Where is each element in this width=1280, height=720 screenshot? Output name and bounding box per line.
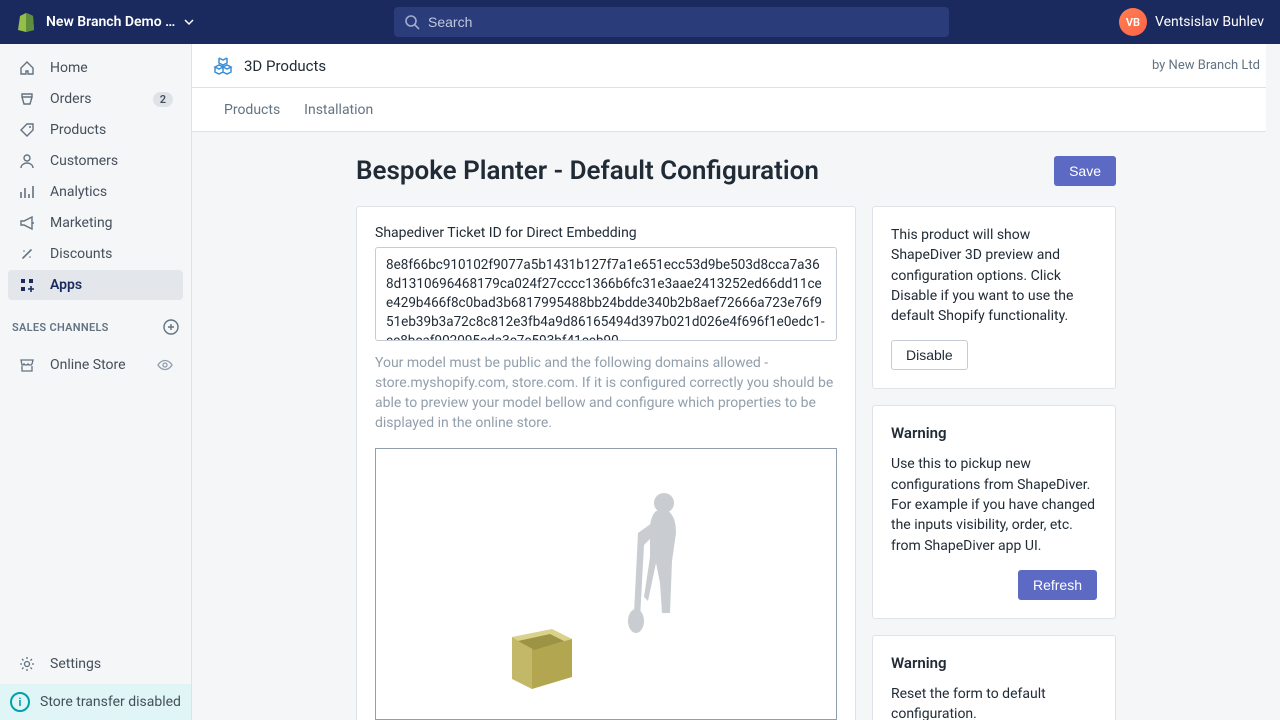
orders-icon [18, 90, 36, 108]
sidebar-item-discounts[interactable]: Discounts [8, 239, 183, 269]
reset-text: Reset the form to default configuration. [891, 684, 1097, 720]
sidebar-item-analytics[interactable]: Analytics [8, 177, 183, 207]
sidebar-item-orders[interactable]: Orders 2 [8, 84, 183, 114]
gear-icon [18, 655, 36, 673]
analytics-icon [18, 183, 36, 201]
save-button[interactable]: Save [1054, 156, 1116, 186]
sidebar-item-label: Marketing [50, 215, 113, 231]
search-input[interactable] [428, 14, 939, 30]
disable-card: This product will show ShapeDiver 3D pre… [872, 206, 1116, 389]
sidebar-item-customers[interactable]: Customers [8, 146, 183, 176]
sidebar-item-settings[interactable]: Settings [8, 649, 183, 679]
tab-products[interactable]: Products [212, 102, 292, 118]
customers-icon [18, 152, 36, 170]
shopify-logo-icon [16, 12, 36, 32]
username[interactable]: Ventsislav Buhlev [1155, 14, 1264, 30]
app-byline: by New Branch Ltd [1152, 58, 1260, 73]
sidebar-item-label: Apps [50, 277, 82, 293]
page-title: Bespoke Planter - Default Configuration [356, 156, 819, 186]
app-3d-icon [212, 55, 234, 77]
sidebar-item-label: Products [50, 122, 106, 138]
model-preview[interactable] [375, 448, 837, 720]
app-header: 3D Products by New Branch Ltd [192, 44, 1280, 88]
refresh-button[interactable]: Refresh [1018, 570, 1097, 600]
preview-box-icon [502, 617, 582, 697]
sidebar-item-label: Discounts [50, 246, 112, 262]
app-title: 3D Products [244, 57, 326, 75]
add-channel-icon[interactable] [163, 319, 179, 335]
marketing-icon [18, 214, 36, 232]
reset-title: Warning [891, 654, 1097, 672]
app-tabs: Products Installation [192, 88, 1280, 132]
ticket-help: Your model must be public and the follow… [375, 353, 837, 434]
store-transfer-label: Store transfer disabled [40, 694, 181, 710]
search-icon [404, 14, 420, 30]
view-store-icon[interactable] [157, 357, 173, 373]
global-search[interactable] [394, 7, 949, 37]
reset-card: Warning Reset the form to default config… [872, 635, 1116, 720]
main: 3D Products by New Branch Ltd Products I… [192, 44, 1280, 720]
sidebar-item-products[interactable]: Products [8, 115, 183, 145]
store-transfer-banner[interactable]: i Store transfer disabled [0, 684, 191, 720]
sales-channels-heading: SALES CHANNELS [0, 309, 191, 341]
preview-human-icon [622, 489, 692, 639]
store-switcher-caret-icon[interactable] [184, 17, 194, 27]
refresh-title: Warning [891, 424, 1097, 442]
apps-icon [18, 276, 36, 294]
disable-button[interactable]: Disable [891, 340, 968, 370]
refresh-card: Warning Use this to pickup new configura… [872, 405, 1116, 618]
sidebar-item-label: Home [50, 60, 88, 76]
sidebar-item-marketing[interactable]: Marketing [8, 208, 183, 238]
disable-text: This product will show ShapeDiver 3D pre… [891, 225, 1097, 326]
sidebar: Home Orders 2 Products Customers Analyti… [0, 44, 192, 720]
sidebar-item-label: Analytics [50, 184, 107, 200]
home-icon [18, 59, 36, 77]
topbar: New Branch Demo ... VB Ventsislav Buhlev [0, 0, 1280, 44]
sidebar-item-apps[interactable]: Apps [8, 270, 183, 300]
refresh-text: Use this to pickup new configurations fr… [891, 454, 1097, 555]
sidebar-item-label: Settings [50, 656, 101, 672]
ticket-card: Shapediver Ticket ID for Direct Embeddin… [356, 206, 856, 720]
avatar[interactable]: VB [1119, 8, 1147, 36]
products-icon [18, 121, 36, 139]
sidebar-item-label: Online Store [50, 357, 126, 373]
content-scroll[interactable]: Bespoke Planter - Default Configuration … [192, 132, 1280, 720]
sidebar-item-label: Customers [50, 153, 118, 169]
tab-installation[interactable]: Installation [292, 102, 385, 118]
online-store-icon [18, 356, 36, 374]
store-name[interactable]: New Branch Demo ... [46, 14, 176, 30]
info-icon: i [10, 692, 30, 712]
scrollbar-thumb[interactable] [1268, 134, 1278, 374]
orders-badge: 2 [153, 92, 173, 107]
sidebar-item-home[interactable]: Home [8, 53, 183, 83]
ticket-input[interactable] [375, 247, 837, 341]
sidebar-item-online-store[interactable]: Online Store [8, 350, 183, 380]
ticket-label: Shapediver Ticket ID for Direct Embeddin… [375, 225, 837, 241]
sidebar-item-label: Orders [50, 91, 92, 107]
discounts-icon [18, 245, 36, 263]
